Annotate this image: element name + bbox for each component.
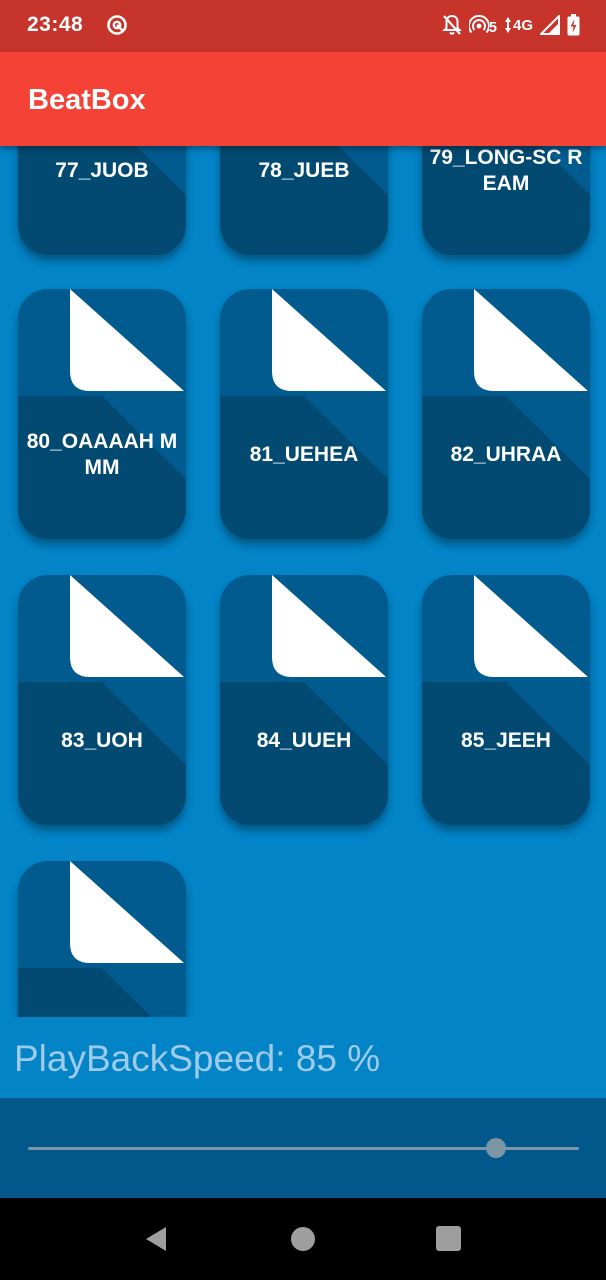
sound-button[interactable]: 79_LONG-SC REAM xyxy=(422,146,590,255)
slider-thumb[interactable] xyxy=(486,1138,507,1158)
hotspot-badge: 5 xyxy=(488,19,497,36)
sound-label: 79_LONG-SC REAM xyxy=(429,146,583,195)
sound-file-icon xyxy=(220,289,388,539)
app-notification-icon xyxy=(107,15,127,35)
playback-speed-panel xyxy=(0,1098,606,1198)
app-bar: BeatBox xyxy=(0,52,606,146)
status-icons: 5 4G xyxy=(441,12,580,38)
status-time: 23:48 xyxy=(27,13,84,36)
sound-button[interactable]: 81_UEHEA xyxy=(220,289,388,539)
status-bar: 23:48 5 4G xyxy=(0,0,606,52)
mute-bell-icon xyxy=(441,14,462,35)
sound-label: 77_JUOB xyxy=(55,159,149,182)
sound-label: 82_UHRAA xyxy=(450,443,562,466)
sound-file-icon xyxy=(18,861,184,1017)
app-title: BeatBox xyxy=(28,84,146,116)
data-arrows-icon xyxy=(504,17,511,33)
sound-button[interactable]: 80_OAAAAH MMM xyxy=(18,289,186,539)
sound-label: 81_UEHEA xyxy=(249,443,359,466)
sound-file-icon xyxy=(422,575,590,825)
back-icon[interactable] xyxy=(144,1226,168,1252)
recents-icon[interactable] xyxy=(436,1226,461,1251)
sound-file-icon xyxy=(220,575,388,825)
sound-button[interactable]: 82_UHRAA xyxy=(422,289,590,539)
home-icon[interactable] xyxy=(291,1227,315,1251)
sound-button[interactable]: 85_JEEH xyxy=(422,575,590,825)
battery-icon xyxy=(567,14,580,36)
sound-file-icon xyxy=(422,289,590,539)
sound-label: 83_UOH xyxy=(61,729,143,752)
sound-file-icon xyxy=(18,575,186,825)
sound-button[interactable]: 84_UUEH xyxy=(220,575,388,825)
sound-label: 85_JEEH xyxy=(461,729,551,752)
playback-speed-label: PlayBackSpeed: 85 % xyxy=(14,1038,381,1079)
signal-icon xyxy=(540,15,560,35)
navigation-bar xyxy=(0,1198,606,1280)
sound-button[interactable]: 83_UOH xyxy=(18,575,186,825)
sound-button[interactable] xyxy=(18,861,186,1017)
sound-file-icon xyxy=(18,289,186,539)
network-type: 4G xyxy=(512,16,533,34)
sound-button[interactable]: 77_JUOB xyxy=(18,146,186,255)
sound-label: 78_JUEB xyxy=(258,159,350,182)
sound-label: 84_UUEH xyxy=(256,729,352,752)
hotspot-icon xyxy=(468,14,489,34)
sound-label: 80_OAAAAH MMM xyxy=(26,430,178,479)
sound-grid[interactable]: 77_JUOB 78_JUEB 79_LONG-SC REAM 80_OAAAA… xyxy=(0,146,606,1017)
sound-button[interactable]: 78_JUEB xyxy=(220,146,388,255)
